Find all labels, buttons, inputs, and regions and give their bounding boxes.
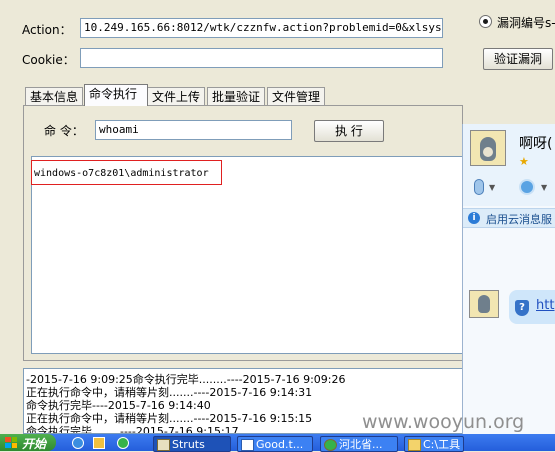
vuln-radio-label: 漏洞编号s-: [497, 16, 555, 30]
cookie-input[interactable]: [80, 48, 443, 68]
log-line: 命令执行完毕........----2015-7-16 9:15:17: [26, 425, 239, 434]
ie-icon[interactable]: [72, 437, 84, 449]
message-link[interactable]: http: [536, 298, 555, 313]
vuln-radio[interactable]: [479, 15, 492, 28]
taskbar-item-tools-folder[interactable]: C:\工具: [404, 436, 464, 452]
log-list: -2015-7-16 9:09:25命令执行完毕........----2015…: [26, 373, 346, 434]
browser-icon: [324, 439, 337, 451]
action-url-input[interactable]: 10.249.165.66:8012/wtk/czznfw.action?pro…: [80, 18, 443, 38]
tab-file-manage[interactable]: 文件管理: [267, 87, 326, 105]
output-area[interactable]: windows-o7c8z01\administrator: [31, 156, 463, 354]
radio-dot: [483, 19, 488, 24]
log-line: 正在执行命令中，请稍等片刻.......----2015-7-16 9:14:3…: [26, 386, 313, 399]
info-icon: i: [468, 212, 480, 224]
log-line: 正在执行命令中，请稍等片刻.......----2015-7-16 9:15:1…: [26, 412, 313, 425]
settings-icon[interactable]: [93, 437, 105, 449]
taskbar-item-struts[interactable]: Struts: [153, 436, 231, 452]
execute-button[interactable]: 执 行: [314, 120, 384, 142]
totoro-belly: [483, 147, 493, 157]
star-icon: ★: [519, 155, 529, 168]
highlight-box: [31, 160, 222, 185]
message-avatar: [469, 290, 499, 318]
tab-command-exec[interactable]: 命令执行: [84, 84, 148, 106]
taskbar-item-hebei[interactable]: 河北省...: [320, 436, 398, 452]
taskbar-item-good[interactable]: Good.t...: [237, 436, 313, 452]
taskbar-item-label: 河北省...: [339, 438, 383, 451]
chevron-down-icon[interactable]: ▼: [541, 183, 547, 192]
start-label: 开始: [22, 437, 47, 451]
browser-icon[interactable]: [117, 437, 129, 449]
log-line: -2015-7-16 9:09:25命令执行完毕........----2015…: [26, 373, 346, 386]
windows-logo-icon: [5, 437, 17, 448]
command-input[interactable]: whoami: [95, 120, 292, 140]
log-line: 命令执行完毕----2015-7-16 9:14:40: [26, 399, 211, 412]
cookie-label: Cookie：: [22, 53, 75, 67]
action-label: Action：: [22, 23, 72, 37]
tab-batch-verify[interactable]: 批量验证: [207, 87, 266, 105]
camera-icon[interactable]: [519, 179, 535, 195]
taskbar-item-label: Struts: [172, 438, 205, 451]
command-label: 命 令：: [44, 124, 84, 138]
tab-basic-info[interactable]: 基本信息: [25, 87, 84, 105]
verify-vuln-button[interactable]: 验证漏洞: [483, 48, 553, 70]
taskbar-item-label: C:\工具: [423, 438, 461, 451]
command-panel: 命 令： whoami 执 行 windows-o7c8z01\administ…: [23, 105, 463, 361]
microphone-icon[interactable]: [474, 179, 484, 195]
chevron-down-icon[interactable]: ▼: [489, 183, 495, 192]
folder-icon: [408, 439, 421, 451]
shield-icon: ?: [515, 300, 529, 316]
start-button[interactable]: 开始: [0, 434, 56, 451]
taskbar-item-label: Good.t...: [256, 438, 304, 451]
watermark: www.wooyun.org: [362, 411, 525, 433]
qq-avatar[interactable]: [470, 130, 506, 166]
qq-contact-name: 啊呀(: [519, 136, 553, 152]
tab-file-upload[interactable]: 文件上传: [147, 87, 206, 105]
totoro-figure: [478, 295, 490, 313]
cloud-notice-bar: i 启用云消息服: [463, 208, 555, 228]
qq-chat-window: 啊呀( ★ ▼ ▼ i 启用云消息服 ? http: [462, 124, 555, 436]
document-icon: [241, 439, 254, 451]
app-icon: [157, 439, 170, 451]
cloud-notice-text[interactable]: 启用云消息服: [486, 211, 552, 227]
